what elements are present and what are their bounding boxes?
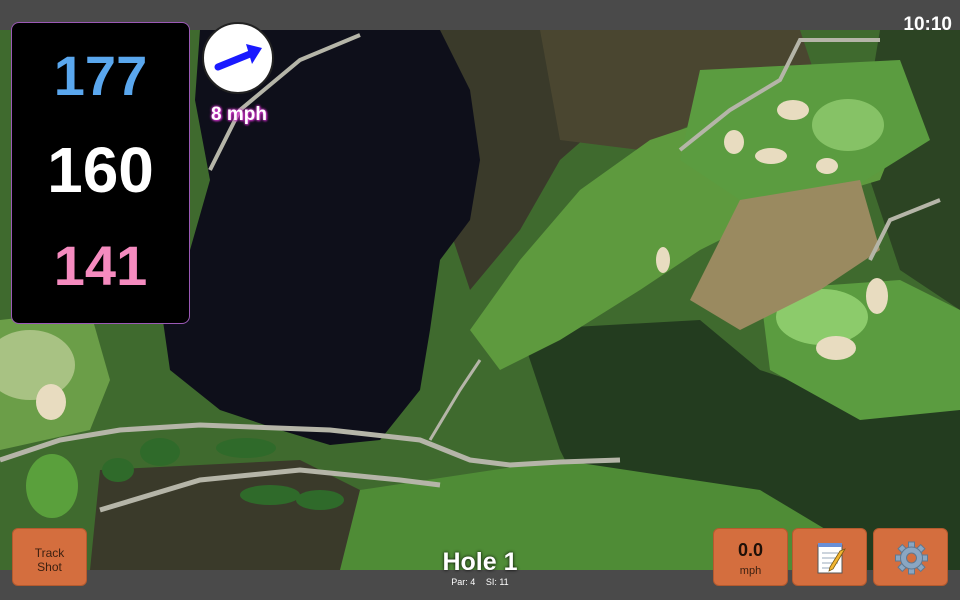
wind-speed-label: 8 mph (211, 104, 267, 125)
gear-icon (895, 541, 928, 575)
track-shot-label-line1: Track (34, 546, 65, 560)
track-shot-button[interactable]: Track Shot (12, 528, 87, 586)
hole-title: Hole 1 (442, 548, 518, 576)
notes-button[interactable] (792, 528, 867, 586)
speed-button[interactable]: 0.0 mph (713, 528, 788, 586)
hole-stroke-index: SI: 11 (485, 577, 509, 587)
notepad-icon (817, 543, 846, 574)
hole-par: Par: 4 (451, 577, 476, 587)
track-shot-label-line2: Shot (37, 560, 62, 574)
back-yardage: 177 (53, 44, 148, 107)
hole-info: Par: 4 SI: 11 (380, 577, 580, 587)
wind-arrow-icon (214, 44, 262, 71)
speed-value: 0.0 (737, 540, 764, 560)
middle-yardage: 160 (47, 134, 154, 206)
speed-unit: mph (739, 565, 762, 577)
yardage-panel: 177 160 141 (11, 22, 190, 324)
front-yardage: 141 (53, 234, 148, 297)
settings-button[interactable] (873, 528, 948, 586)
wind-indicator (202, 22, 274, 94)
